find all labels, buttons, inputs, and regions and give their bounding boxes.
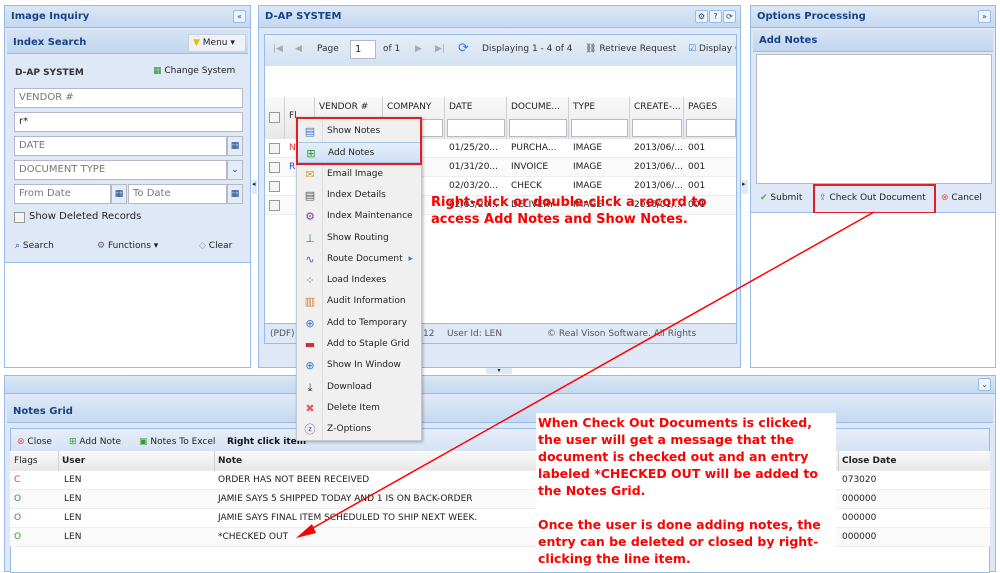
annotation-checkout: When Check Out Documents is clicked, the…	[536, 413, 836, 568]
annotation-arrow	[296, 211, 875, 538]
arrow-head	[296, 524, 316, 538]
annotation-once-text: Once the user is done adding notes, the …	[538, 517, 821, 566]
annotation-right-click: Right-click or double-click a record to …	[431, 195, 707, 227]
annotation-checkout-text: When Check Out Documents is clicked, the…	[538, 415, 818, 498]
